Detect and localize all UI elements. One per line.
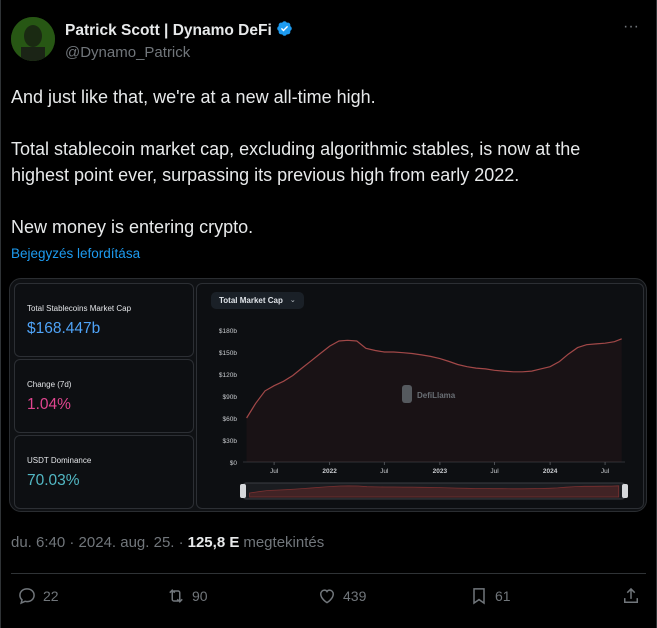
range-brush[interactable] [240, 482, 628, 500]
y-tick-label: $150b [219, 350, 237, 357]
repost-button[interactable]: 90 [166, 586, 208, 606]
y-tick-label: $180b [219, 328, 237, 335]
tweet-line: And just like that, we're at a new all-t… [11, 87, 376, 107]
bookmark-count: 61 [495, 588, 511, 604]
verified-badge-icon [276, 20, 293, 42]
brush-handle-right [622, 484, 628, 498]
y-tick-label: $120b [219, 372, 237, 379]
tweet-line: New money is entering crypto. [11, 217, 254, 237]
reply-button[interactable]: 22 [17, 586, 59, 606]
stat-label: USDT Dominance [27, 456, 92, 465]
bookmark-button[interactable]: 61 [469, 586, 511, 606]
repost-count: 90 [192, 588, 208, 604]
more-options-icon[interactable]: ··· [620, 19, 642, 40]
x-tick-label: 2023 [433, 468, 448, 475]
y-tick-label: $30b [223, 438, 238, 445]
repost-icon [169, 589, 183, 603]
handle[interactable]: @Dynamo_Patrick [65, 44, 190, 61]
name-row: Patrick Scott | Dynamo DeFi [65, 20, 293, 42]
display-name[interactable]: Patrick Scott | Dynamo DeFi [65, 22, 272, 40]
stat-usdt-dominance: USDT Dominance 70.03% [14, 435, 194, 509]
reply-count: 22 [43, 588, 59, 604]
bookmark-icon [473, 588, 485, 605]
media-card[interactable]: Total Stablecoins Market Cap $168.447b C… [9, 278, 647, 512]
watermark-text: DefiLlama [417, 391, 456, 400]
tweet-text: And just like that, we're at a new all-t… [11, 84, 641, 266]
market-cap-chart: $0 $30b $60b $90b $120b $150b $180b Jul 2022 Jul… [219, 328, 628, 500]
x-tick-label: Jul [380, 468, 389, 475]
stat-value: $168.447b [27, 320, 101, 337]
y-tick-label: $0 [230, 460, 238, 467]
tweet-meta: du. 6:40 · 2024. aug. 25. · 125,8 E megt… [11, 534, 324, 551]
x-tick-label: Jul [601, 468, 610, 475]
views-label: megtekintés [243, 534, 325, 551]
timestamp[interactable]: du. 6:40 · 2024. aug. 25. · [11, 534, 184, 551]
like-button[interactable]: 439 [317, 586, 366, 606]
stat-value: 1.04% [27, 396, 71, 413]
like-count: 439 [343, 588, 367, 604]
tweet: Patrick Scott | Dynamo DeFi @Dynamo_Patr… [0, 0, 657, 628]
share-icon [624, 587, 638, 603]
translate-link[interactable]: Bejegyzés lefordítása [11, 246, 140, 261]
stat-label: Total Stablecoins Market Cap [27, 304, 132, 313]
x-tick-label: 2024 [543, 468, 558, 475]
avatar[interactable] [11, 17, 55, 61]
share-button[interactable] [621, 586, 641, 606]
chart-panel: Total Market Cap ⌄ $0 $30b $60b $90b $120b $1… [196, 283, 644, 509]
action-bar: 22 90 439 61 [1, 586, 656, 612]
heart-icon [319, 589, 335, 604]
y-tick-label: $90b [223, 394, 238, 401]
x-tick-label: Jul [270, 468, 279, 475]
tweet-header: Patrick Scott | Dynamo DeFi @Dynamo_Patr… [11, 14, 646, 64]
divider [11, 573, 646, 574]
stat-value: 70.03% [27, 472, 80, 489]
brush-handle-left [240, 484, 246, 498]
y-tick-label: $60b [223, 416, 238, 423]
stat-total-market-cap: Total Stablecoins Market Cap $168.447b [14, 283, 194, 357]
x-tick-label: 2022 [322, 468, 337, 475]
views-count: 125,8 E [187, 534, 240, 551]
tweet-line: Total stablecoin market cap, excluding a… [11, 139, 581, 185]
stat-change-7d: Change (7d) 1.04% [14, 359, 194, 433]
reply-icon [19, 588, 35, 605]
stat-label: Change (7d) [27, 380, 72, 389]
x-tick-label: Jul [490, 468, 499, 475]
